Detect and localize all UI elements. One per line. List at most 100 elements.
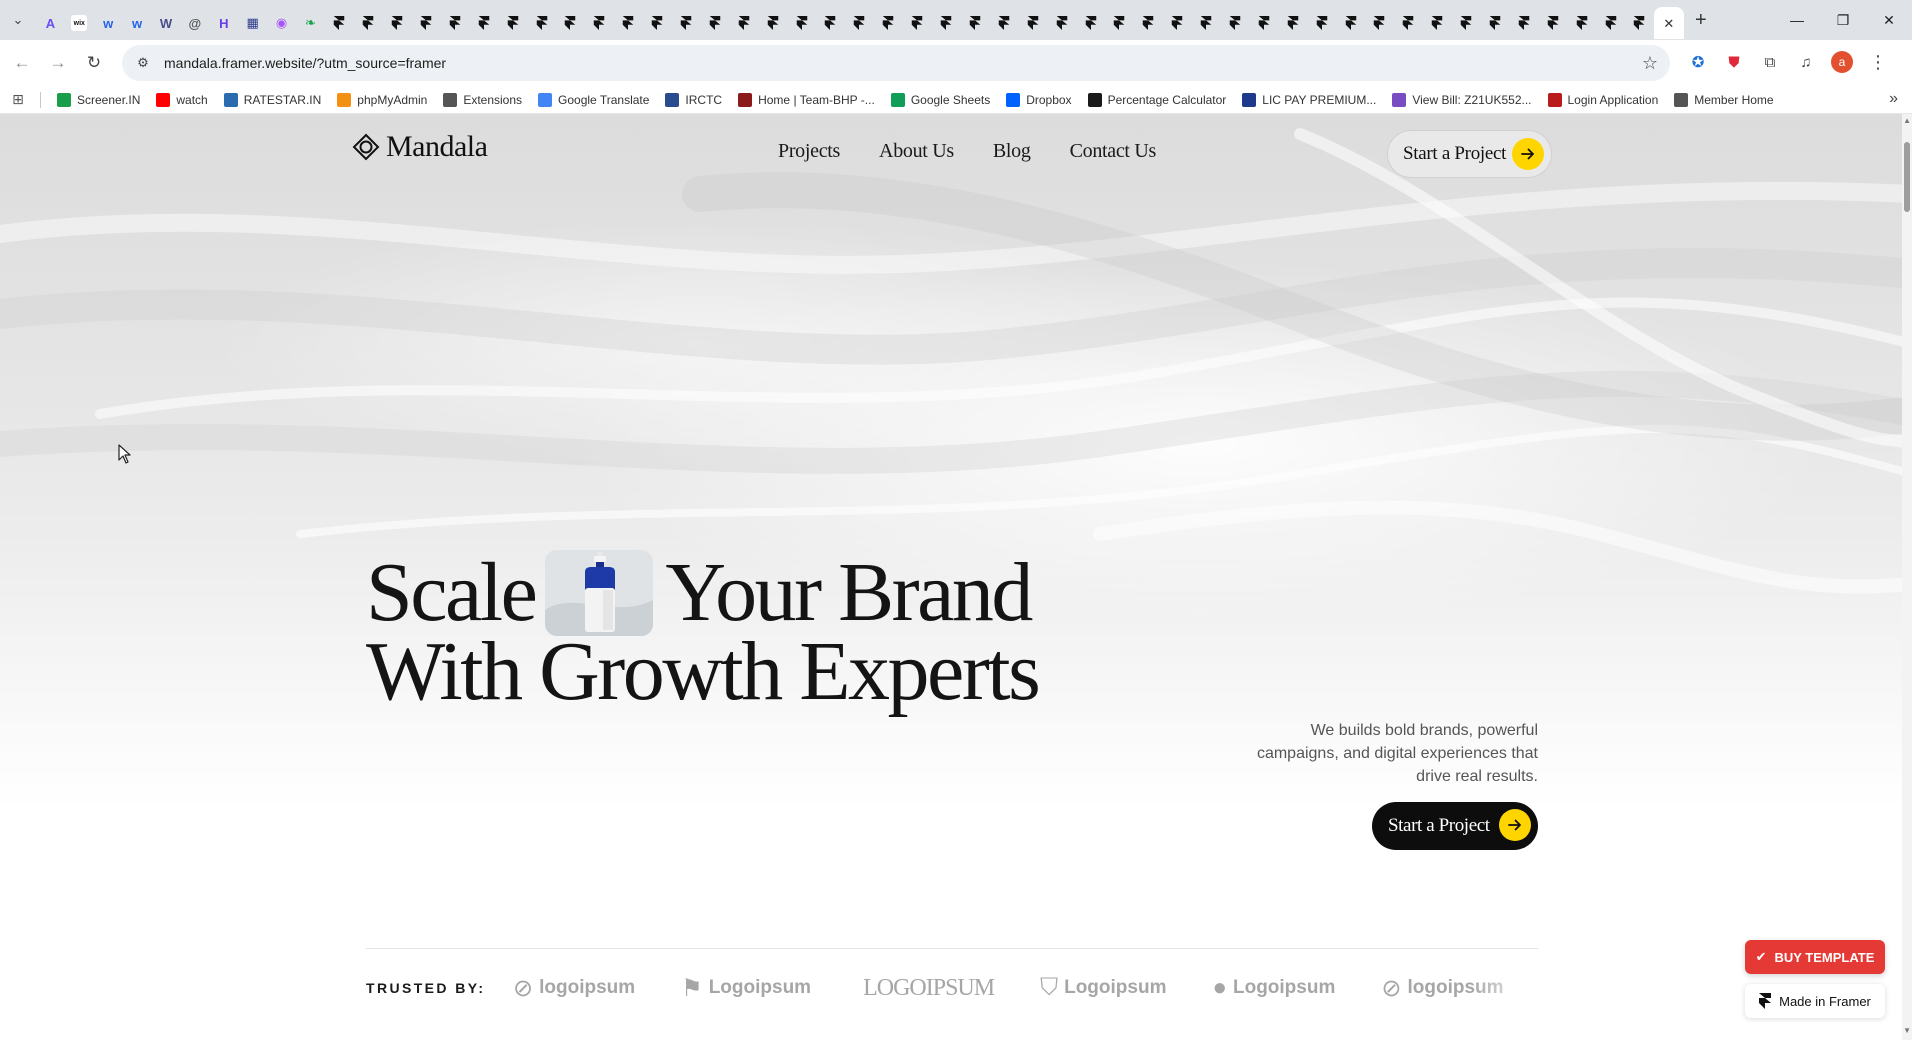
browser-tab-framer[interactable]	[1625, 7, 1654, 39]
bookmark-item[interactable]: Extensions	[435, 86, 530, 114]
profile-avatar[interactable]: a	[1828, 48, 1856, 76]
browser-tab-framer[interactable]	[1278, 7, 1307, 39]
browser-tab-framer[interactable]	[1105, 7, 1134, 39]
browser-tab[interactable]: w	[123, 7, 152, 39]
header-start-project-button[interactable]: Start a Project	[1387, 130, 1552, 178]
browser-tab[interactable]: wix	[65, 7, 94, 39]
buy-template-button[interactable]: ✔ BUY TEMPLATE	[1745, 940, 1885, 974]
browser-tab-framer[interactable]	[1307, 7, 1336, 39]
browser-tab-framer[interactable]	[816, 7, 845, 39]
browser-tab-framer[interactable]	[498, 7, 527, 39]
nav-link-projects[interactable]: Projects	[778, 140, 840, 163]
bookmark-item[interactable]: Home | Team-BHP -...	[730, 86, 883, 114]
browser-tab[interactable]: A	[36, 7, 65, 39]
browser-tab-framer[interactable]	[643, 7, 672, 39]
scroll-down-arrow-icon[interactable]: ▼	[1903, 1026, 1911, 1035]
bookmark-star-icon[interactable]: ☆	[1642, 53, 1658, 74]
browser-tab-framer[interactable]	[325, 7, 354, 39]
shield-extension-icon[interactable]: ⛊	[1720, 48, 1748, 76]
browser-tab[interactable]: W	[152, 7, 181, 39]
bookmark-item[interactable]: Member Home	[1666, 86, 1781, 114]
browser-tab-framer[interactable]	[614, 7, 643, 39]
bookmark-item[interactable]: Screener.IN	[49, 86, 148, 114]
bookmark-item[interactable]: LIC PAY PREMIUM...	[1234, 86, 1384, 114]
browser-tab[interactable]: ◉	[267, 7, 296, 39]
browser-tab-framer[interactable]	[1018, 7, 1047, 39]
browser-tab-framer[interactable]	[874, 7, 903, 39]
browser-tab[interactable]: @	[180, 7, 209, 39]
browser-tab-framer[interactable]	[961, 7, 990, 39]
site-info-icon[interactable]: ⚙	[128, 48, 158, 78]
browser-tab-framer[interactable]	[440, 7, 469, 39]
bookmark-item[interactable]: Google Translate	[530, 86, 657, 114]
browser-tab-framer[interactable]	[1394, 7, 1423, 39]
address-bar[interactable]: ⚙ mandala.framer.website/?utm_source=fra…	[122, 45, 1670, 81]
bookmark-item[interactable]: Dropbox	[998, 86, 1079, 114]
bookmark-item[interactable]: Google Sheets	[883, 86, 998, 114]
browser-tab-framer[interactable]	[1365, 7, 1394, 39]
nav-link-contact-us[interactable]: Contact Us	[1070, 140, 1157, 163]
browser-menu-icon[interactable]: ⋮	[1864, 48, 1892, 76]
browser-tab-framer[interactable]	[1221, 7, 1250, 39]
new-tab-button[interactable]: +	[1684, 0, 1718, 40]
scrollbar-thumb[interactable]	[1904, 142, 1910, 212]
forward-button[interactable]: →	[44, 49, 72, 77]
browser-tab-framer[interactable]	[1076, 7, 1105, 39]
browser-tab-framer[interactable]	[1249, 7, 1278, 39]
restore-button[interactable]: ❐	[1820, 0, 1866, 40]
close-tab-icon[interactable]: ✕	[1662, 16, 1676, 30]
browser-tab-framer[interactable]	[932, 7, 961, 39]
browser-tab-framer[interactable]	[527, 7, 556, 39]
extensions-puzzle-icon[interactable]: ⧉	[1756, 48, 1784, 76]
browser-tab[interactable]: H	[209, 7, 238, 39]
active-browser-tab[interactable]: ✕	[1653, 7, 1684, 39]
browser-tab[interactable]: w	[94, 7, 123, 39]
close-window-button[interactable]: ✕	[1866, 0, 1912, 40]
media-control-icon[interactable]: ♫	[1792, 48, 1820, 76]
page-scrollbar[interactable]	[1902, 114, 1912, 1040]
browser-tab-framer[interactable]	[1596, 7, 1625, 39]
bookmark-item[interactable]: Login Application	[1540, 86, 1667, 114]
browser-tab-framer[interactable]	[585, 7, 614, 39]
browser-tab-framer[interactable]	[672, 7, 701, 39]
minimize-button[interactable]: —	[1774, 0, 1820, 40]
bookmark-item[interactable]: Percentage Calculator	[1080, 86, 1235, 114]
url-text[interactable]: mandala.framer.website/?utm_source=frame…	[164, 55, 446, 71]
more-bookmarks-icon[interactable]: »	[1889, 90, 1898, 108]
scroll-up-arrow-icon[interactable]: ▲	[1903, 116, 1911, 125]
browser-tab-framer[interactable]	[989, 7, 1018, 39]
browser-tab-framer[interactable]	[1538, 7, 1567, 39]
browser-tab-framer[interactable]	[1134, 7, 1163, 39]
reload-button[interactable]: ↻	[80, 49, 108, 77]
browser-tab[interactable]: ❧	[296, 7, 325, 39]
browser-tab-framer[interactable]	[1336, 7, 1365, 39]
nav-link-blog[interactable]: Blog	[993, 140, 1031, 163]
vpn-extension-icon[interactable]: ✪	[1684, 48, 1712, 76]
browser-tab-framer[interactable]	[758, 7, 787, 39]
browser-tab-framer[interactable]	[1423, 7, 1452, 39]
browser-tab-framer[interactable]	[845, 7, 874, 39]
browser-tab-framer[interactable]	[412, 7, 441, 39]
browser-tab-framer[interactable]	[556, 7, 585, 39]
browser-tab-framer[interactable]	[1163, 7, 1192, 39]
bookmark-item[interactable]: RATESTAR.IN	[216, 86, 330, 114]
tab-search-icon[interactable]: ⌄	[0, 0, 36, 40]
browser-tab-framer[interactable]	[1509, 7, 1538, 39]
browser-tab-framer[interactable]	[1452, 7, 1481, 39]
brand-logo[interactable]: Mandala	[352, 130, 488, 164]
browser-tab-framer[interactable]	[469, 7, 498, 39]
bookmark-item[interactable]: View Bill: Z21UK552...	[1384, 86, 1539, 114]
browser-tab-framer[interactable]	[1047, 7, 1076, 39]
bookmark-item[interactable]: phpMyAdmin	[329, 86, 435, 114]
back-button[interactable]: ←	[8, 49, 36, 77]
bookmark-item[interactable]: IRCTC	[657, 86, 730, 114]
made-in-framer-badge[interactable]: Made in Framer	[1745, 984, 1885, 1018]
browser-tab-framer[interactable]	[903, 7, 932, 39]
browser-tab-framer[interactable]	[1192, 7, 1221, 39]
browser-tab-framer[interactable]	[1481, 7, 1510, 39]
bookmark-item[interactable]: watch	[148, 86, 215, 114]
apps-grid-icon[interactable]: ⊞	[0, 86, 36, 114]
hero-start-project-button[interactable]: Start a Project	[1372, 802, 1538, 850]
browser-tab-framer[interactable]	[787, 7, 816, 39]
browser-tab-framer[interactable]	[354, 7, 383, 39]
